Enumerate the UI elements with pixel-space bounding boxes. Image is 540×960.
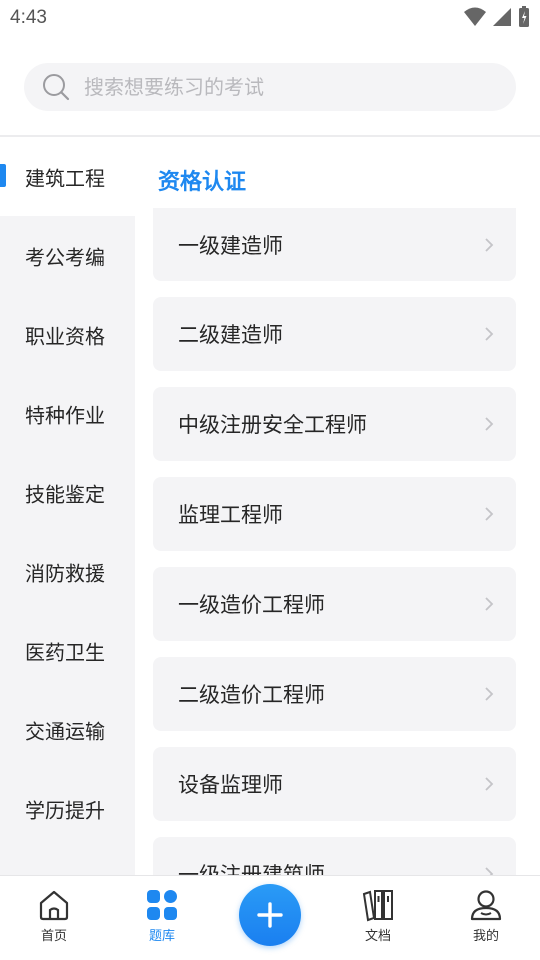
list-item[interactable]: 一级建造师 bbox=[153, 208, 516, 281]
status-bar: 4:43 bbox=[0, 0, 540, 36]
sidebar-item-professional-qualification[interactable]: 职业资格 bbox=[0, 295, 135, 374]
sidebar-item-transportation[interactable]: 交通运输 bbox=[0, 690, 135, 769]
plus-icon bbox=[257, 902, 283, 928]
search-bar[interactable] bbox=[24, 63, 516, 111]
sidebar-item-label: 学历提升 bbox=[25, 798, 105, 822]
sidebar-item-label: 技能鉴定 bbox=[25, 482, 105, 506]
chevron-right-icon bbox=[485, 867, 494, 875]
add-button[interactable] bbox=[239, 884, 301, 946]
list-item-label: 一级建造师 bbox=[178, 233, 283, 258]
sidebar-item-label: 考公考编 bbox=[25, 245, 105, 269]
list-item[interactable]: 一级注册建筑师 bbox=[153, 837, 516, 875]
chevron-right-icon bbox=[485, 597, 494, 611]
signal-icon bbox=[493, 8, 511, 26]
list-item[interactable]: 监理工程师 bbox=[153, 477, 516, 551]
list-item[interactable]: 中级注册安全工程师 bbox=[153, 387, 516, 461]
list-item-label: 一级造价工程师 bbox=[178, 593, 325, 617]
nav-profile[interactable]: 我的 bbox=[446, 876, 526, 960]
nav-home[interactable]: 首页 bbox=[14, 876, 94, 960]
grid-icon bbox=[147, 890, 177, 920]
chevron-right-icon bbox=[485, 327, 494, 341]
sidebar-item-skill-appraisal[interactable]: 技能鉴定 bbox=[0, 453, 135, 532]
sidebar-item-label: 职业资格 bbox=[25, 324, 105, 348]
battery-icon bbox=[519, 6, 529, 27]
sidebar-item-label: 建筑工程 bbox=[25, 166, 105, 190]
books-icon bbox=[362, 890, 393, 922]
sidebar-item-civil-service[interactable]: 考公考编 bbox=[0, 216, 135, 295]
list-item-label: 一级注册建筑师 bbox=[178, 863, 325, 875]
nav-question-bank[interactable]: 题库 bbox=[122, 876, 202, 960]
bottom-nav: 首页 题库 文档 我的 bbox=[0, 875, 540, 960]
section-title: 资格认证 bbox=[158, 170, 247, 195]
sidebar-item-special-operations[interactable]: 特种作业 bbox=[0, 374, 135, 453]
nav-profile-label: 我的 bbox=[472, 929, 499, 944]
nav-home-label: 首页 bbox=[40, 929, 67, 944]
chevron-right-icon bbox=[485, 777, 494, 791]
nav-documents-label: 文档 bbox=[364, 929, 391, 944]
wifi-icon bbox=[464, 7, 486, 26]
exam-list-panel: 资格认证 一级建造师 二级建造师 中级注册安全工程师 监理工程师 一级造价工程师… bbox=[135, 137, 540, 875]
nav-question-bank-label: 题库 bbox=[148, 929, 175, 944]
sidebar-item-education[interactable]: 学历提升 bbox=[0, 769, 135, 848]
sidebar-item-fire-rescue[interactable]: 消防救援 bbox=[0, 532, 135, 611]
category-sidebar: 建筑工程 考公考编 职业资格 特种作业 技能鉴定 消防救援 医药卫生 交通运输 … bbox=[0, 137, 135, 875]
nav-documents[interactable]: 文档 bbox=[338, 876, 418, 960]
status-icons bbox=[464, 6, 530, 28]
sidebar-item-label: 特种作业 bbox=[25, 403, 105, 427]
sidebar-item-label: 消防救援 bbox=[25, 561, 105, 585]
list-item-label: 二级建造师 bbox=[178, 323, 283, 347]
list-item-label: 中级注册安全工程师 bbox=[178, 413, 367, 437]
list-item-label: 监理工程师 bbox=[178, 503, 283, 527]
sidebar-item-construction[interactable]: 建筑工程 bbox=[0, 137, 135, 216]
sidebar-item-medicine-health[interactable]: 医药卫生 bbox=[0, 611, 135, 690]
sidebar-item-label: 医药卫生 bbox=[25, 640, 105, 664]
search-input[interactable] bbox=[84, 63, 504, 111]
search-icon bbox=[43, 74, 70, 101]
chevron-right-icon bbox=[485, 237, 494, 252]
home-icon bbox=[39, 890, 69, 921]
list-item[interactable]: 一级造价工程师 bbox=[153, 567, 516, 641]
list-item[interactable]: 二级造价工程师 bbox=[153, 657, 516, 731]
list-item[interactable]: 二级建造师 bbox=[153, 297, 516, 371]
chevron-right-icon bbox=[485, 417, 494, 431]
list-item-label: 二级造价工程师 bbox=[178, 683, 325, 707]
chevron-right-icon bbox=[485, 687, 494, 701]
chevron-right-icon bbox=[485, 507, 494, 521]
sidebar-item-label: 交通运输 bbox=[25, 719, 105, 743]
status-time: 4:43 bbox=[10, 7, 47, 28]
list-item[interactable]: 设备监理师 bbox=[153, 747, 516, 821]
list-item-label: 设备监理师 bbox=[178, 773, 283, 797]
user-icon bbox=[470, 890, 502, 921]
